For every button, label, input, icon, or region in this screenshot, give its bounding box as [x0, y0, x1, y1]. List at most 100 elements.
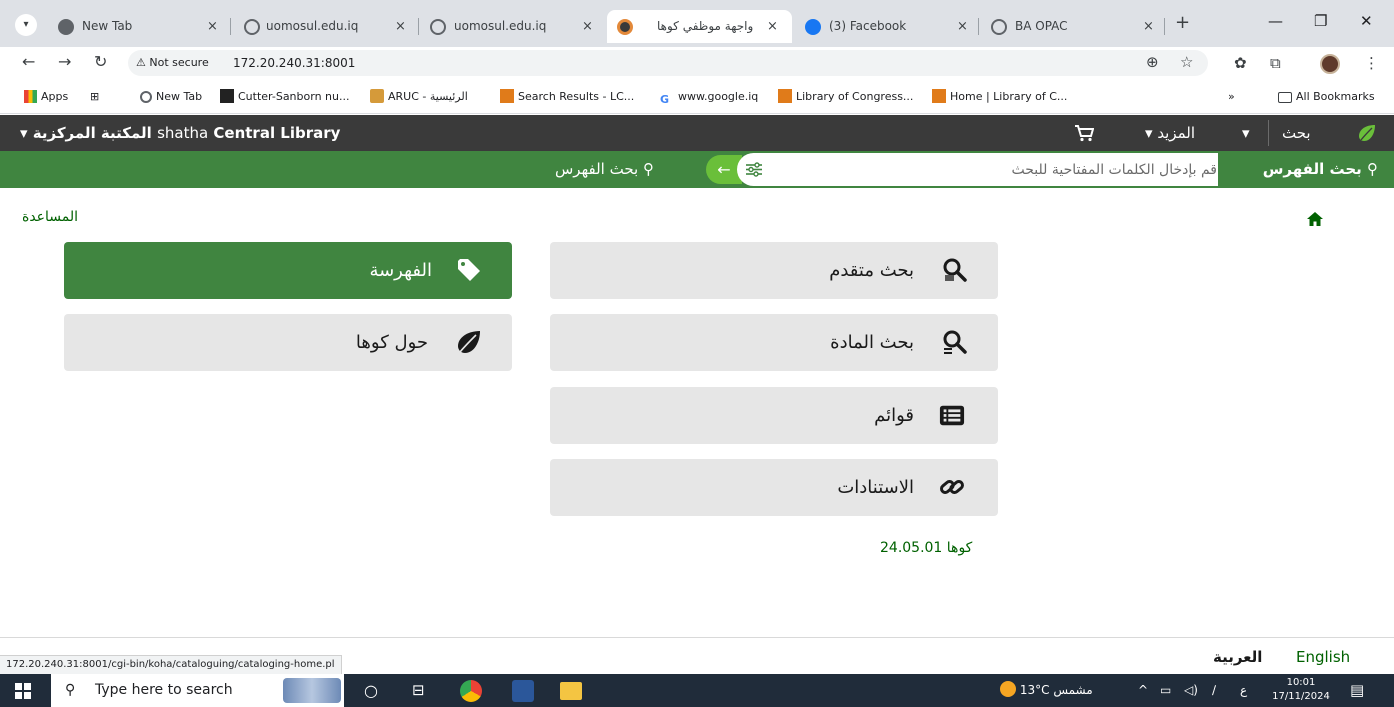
bookmark-google[interactable]: Gwww.google.iq	[660, 89, 758, 106]
tab-close-icon[interactable]: ×	[957, 10, 968, 43]
word-taskbar-icon[interactable]	[512, 680, 534, 702]
language-english[interactable]: English	[1296, 648, 1350, 666]
globe-icon	[991, 19, 1007, 35]
search-type-label[interactable]: بحث الفهرس ⚲	[1218, 153, 1394, 186]
tab-close-icon[interactable]: ×	[395, 10, 406, 43]
zoom-icon[interactable]: ⊕	[1146, 53, 1159, 71]
chrome-taskbar-icon[interactable]	[460, 680, 482, 702]
home-icon[interactable]	[1306, 211, 1324, 227]
windows-start-icon[interactable]	[15, 683, 31, 699]
security-chip[interactable]: ⚠ Not secure	[136, 54, 209, 72]
weather-widget[interactable]: 13°C مشمس	[1000, 674, 1093, 707]
taskbar-search-box[interactable]: ⚲ Type here to search	[51, 674, 344, 707]
tab-close-icon[interactable]: ×	[207, 10, 218, 43]
tab-divider	[1164, 18, 1165, 35]
library-name-ar: المكتبة المركزية	[32, 124, 152, 142]
notifications-icon[interactable]: ▤	[1350, 674, 1364, 707]
input-language-indicator[interactable]: ع	[1240, 674, 1247, 707]
reload-icon[interactable]: ↻	[94, 52, 107, 71]
minimize-icon[interactable]: —	[1268, 12, 1283, 30]
forward-icon[interactable]: →	[58, 52, 71, 71]
tray-overflow-icon[interactable]: ^	[1138, 674, 1148, 707]
url-text[interactable]: 172.20.240.31:8001	[233, 54, 355, 72]
authorities-tile[interactable]: الاستنادات	[550, 459, 998, 516]
search-options-icon[interactable]	[744, 161, 764, 178]
globe-icon	[244, 19, 260, 35]
bookmark-cutter-sanborn[interactable]: Cutter-Sanborn nu...	[220, 89, 349, 105]
security-label: Not secure	[149, 56, 209, 69]
about-koha-tile[interactable]: حول كوها	[64, 314, 512, 371]
bookmark-home-loc[interactable]: Home | Library of C...	[932, 89, 1067, 105]
profile-avatar[interactable]	[1320, 54, 1340, 74]
bookmark-label: www.google.iq	[678, 90, 759, 103]
loc-icon	[500, 89, 514, 103]
tab-koha-staff[interactable]: واجهة موظفي كوها ×	[607, 10, 792, 43]
tab-close-icon[interactable]: ×	[767, 10, 778, 43]
advanced-search-tile[interactable]: بحث متقدم	[550, 242, 998, 299]
bookmark-label: Search Results - LC...	[518, 90, 635, 103]
file-explorer-icon[interactable]	[560, 682, 582, 700]
weather-text: مشمس	[1053, 683, 1093, 697]
clock-time: 10:01	[1286, 677, 1316, 688]
facebook-icon	[805, 19, 821, 35]
apps-grid-icon	[24, 90, 37, 103]
bookmark-new-tab[interactable]: New Tab	[140, 89, 202, 105]
catalog-search-link[interactable]: بحث الفهرس ⚲	[555, 151, 654, 188]
library-selector[interactable]: ▾ المكتبة المركزية shatha Central Librar…	[20, 115, 340, 151]
all-bookmarks[interactable]: All Bookmarks	[1278, 89, 1375, 105]
tab-search-menu-icon[interactable]: ▾	[15, 14, 37, 36]
extensions-puzzle-icon[interactable]: ⧉	[1270, 54, 1281, 72]
close-window-icon[interactable]: ✕	[1360, 12, 1373, 30]
koha-leaf-icon[interactable]	[1357, 123, 1377, 143]
tab-facebook[interactable]: (3) Facebook ×	[797, 10, 983, 43]
tab-new-tab[interactable]: New Tab ×	[52, 10, 238, 43]
tab-title: uomosul.edu.iq	[266, 19, 359, 33]
search-input[interactable]	[777, 153, 1217, 186]
clock[interactable]: 10:01 17/11/2024	[1270, 676, 1332, 704]
tab-close-icon[interactable]: ×	[1143, 10, 1154, 43]
extension-icon[interactable]: ✿	[1234, 54, 1247, 72]
bookmark-star-icon[interactable]: ☆	[1180, 53, 1193, 71]
restore-icon[interactable]: ❐	[1314, 12, 1327, 30]
bookmarks-overflow-button[interactable]: »	[1228, 89, 1235, 105]
chrome-menu-icon[interactable]: ⋮	[1364, 54, 1379, 72]
bookmark-apps[interactable]: Apps	[24, 89, 68, 105]
address-bar[interactable]: ⚠ Not secure 172.20.240.31:8001 ⊕ ☆	[128, 50, 1208, 76]
cutter-sanborn-icon	[220, 89, 234, 103]
koha-leaf-icon	[458, 331, 480, 353]
bookmark-aruc[interactable]: ARUC - الرئيسية	[370, 89, 468, 105]
task-view-icon[interactable]: ⊟	[412, 674, 425, 707]
bookmark-library-of-congress[interactable]: Library of Congress...	[778, 89, 913, 105]
caret-down-icon[interactable]: ▾	[1242, 115, 1250, 151]
tab-groups-icon[interactable]: ⊞	[90, 89, 99, 105]
tab-close-icon[interactable]: ×	[582, 10, 593, 43]
help-link[interactable]: المساعدة	[22, 209, 78, 225]
network-icon[interactable]: ▭	[1160, 674, 1171, 707]
tile-label: حول كوها	[355, 332, 428, 353]
tab-uomosul-2[interactable]: uomosul.edu.iq ×	[424, 10, 610, 43]
arrow-left-icon: ←	[717, 160, 731, 179]
bookmark-lc-search[interactable]: Search Results - LC...	[500, 89, 634, 105]
tab-uomosul-1[interactable]: uomosul.edu.iq ×	[238, 10, 424, 43]
cataloging-tile[interactable]: الفهرسة	[64, 242, 512, 299]
lists-tile[interactable]: قوائم	[550, 387, 998, 444]
tab-title: BA OPAC	[1015, 19, 1068, 33]
cart-icon[interactable]	[1074, 124, 1094, 142]
clock-date: 17/11/2024	[1272, 691, 1330, 702]
volume-icon[interactable]: ◁)	[1184, 674, 1198, 707]
cortana-icon[interactable]: ○	[364, 674, 378, 707]
loc-icon	[932, 89, 946, 103]
link-status-bar: 172.20.240.31:8001/cgi-bin/koha/catalogu…	[0, 655, 342, 674]
back-icon[interactable]: ←	[22, 52, 35, 71]
nav-more-menu[interactable]: ▾ المزيد	[1145, 115, 1195, 151]
chrome-icon	[58, 19, 74, 35]
library-name-en: Central Library	[213, 124, 341, 142]
new-tab-button[interactable]: +	[1175, 12, 1190, 33]
bookmarks-bar: Apps ⊞ New Tab Cutter-Sanborn nu... ARUC…	[0, 80, 1394, 114]
globe-icon	[430, 19, 446, 35]
tab-ba-opac[interactable]: BA OPAC ×	[983, 10, 1169, 43]
item-search-tile[interactable]: بحث المادة	[550, 314, 998, 371]
nav-search-link[interactable]: بحث	[1282, 115, 1311, 151]
tile-label: الفهرسة	[369, 260, 432, 281]
pen-icon[interactable]: ∕	[1212, 674, 1216, 707]
